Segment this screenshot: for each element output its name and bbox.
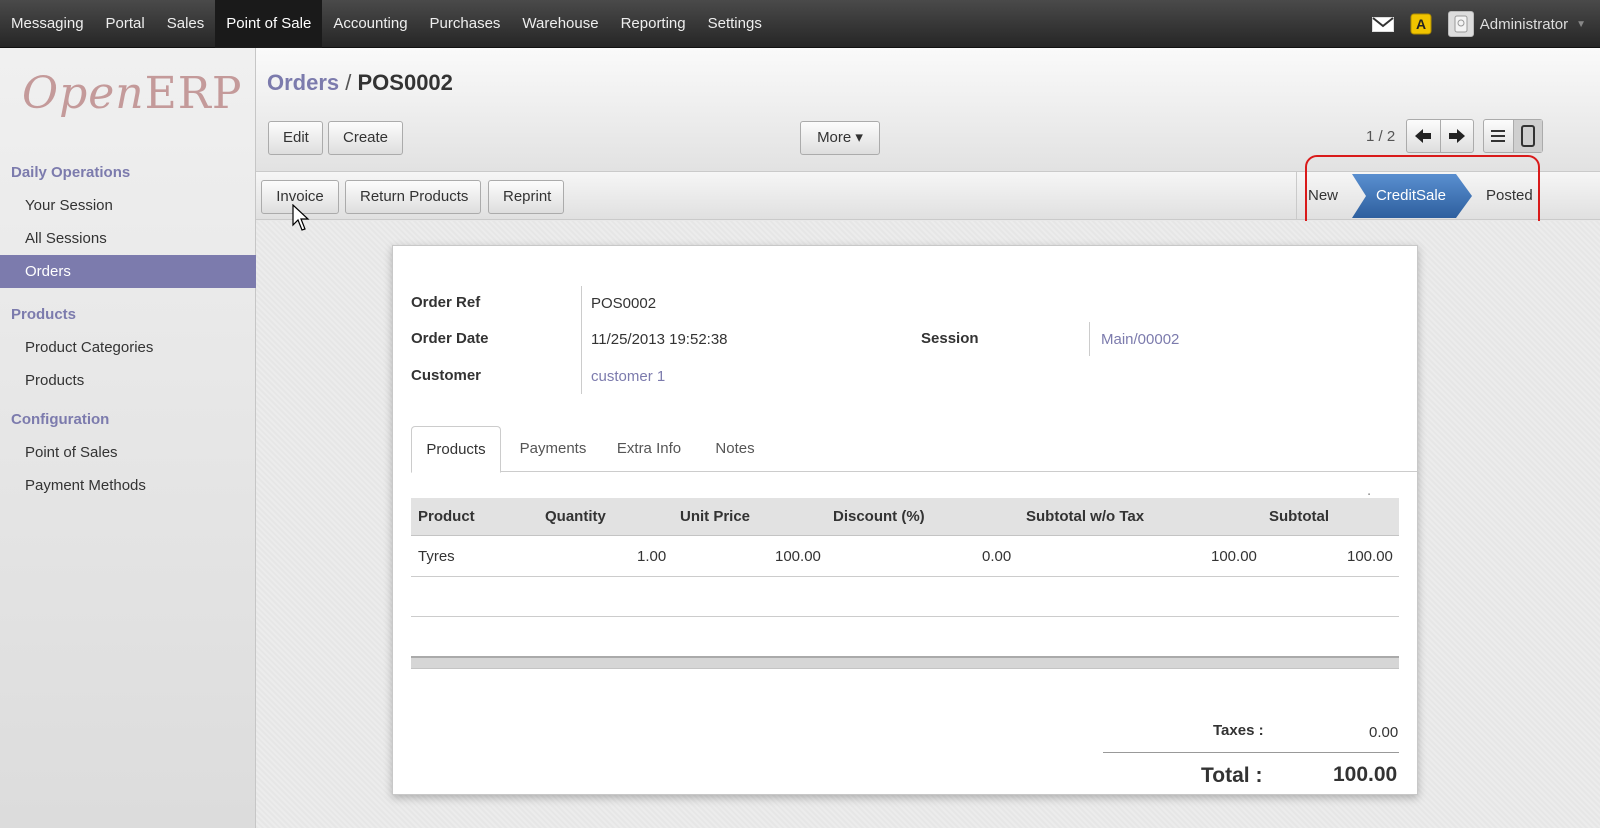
top-navigation-bar: Messaging Portal Sales Point of Sale Acc…	[0, 0, 1600, 48]
sidebar-section-products: Products Product Categories Products	[0, 299, 256, 397]
session-label: Session	[921, 330, 979, 347]
cell-subtotal-wo-tax: 100.00	[1211, 548, 1257, 565]
create-button[interactable]: Create	[328, 121, 403, 155]
svg-text:A: A	[1416, 16, 1426, 32]
total-label: Total :	[1201, 764, 1263, 787]
customer-link[interactable]: customer 1	[591, 368, 665, 385]
order-date-label: Order Date	[411, 330, 489, 347]
arrow-right-icon	[1448, 129, 1465, 143]
tab-products[interactable]: Products	[411, 426, 501, 473]
reprint-button[interactable]: Reprint	[488, 180, 564, 214]
logo[interactable]: OpenERP	[22, 68, 241, 138]
column-header-unit-price[interactable]: Unit Price	[680, 498, 750, 536]
column-header-discount[interactable]: Discount (%)	[833, 498, 925, 536]
session-link[interactable]: Main/00002	[1101, 331, 1179, 348]
sidebar-item-product-categories[interactable]: Product Categories	[0, 331, 256, 364]
column-header-product[interactable]: Product	[418, 498, 475, 536]
view-header: Orders / POS0002	[256, 48, 1600, 172]
top-menu: Messaging Portal Sales Point of Sale Acc…	[0, 0, 773, 48]
return-products-button[interactable]: Return Products	[345, 180, 481, 214]
total-value: 100.00	[1333, 763, 1398, 786]
breadcrumb-separator: /	[339, 70, 358, 95]
form-icon	[1520, 125, 1535, 147]
sidebar-section-daily-operations: Daily Operations Your Session All Sessio…	[0, 157, 256, 288]
menu-settings[interactable]: Settings	[697, 0, 773, 48]
breadcrumb-orders-link[interactable]: Orders	[267, 70, 339, 95]
menu-reporting[interactable]: Reporting	[610, 0, 697, 48]
sidebar: OpenERP Daily Operations Your Session Al…	[0, 48, 256, 828]
mouse-pointer-icon	[292, 204, 310, 231]
cell-unit-price: 100.00	[775, 548, 821, 565]
breadcrumb: Orders / POS0002	[267, 70, 453, 96]
logo-text-open: Open	[22, 68, 145, 119]
order-date-value: 11/25/2013 19:52:38	[591, 331, 728, 348]
sidebar-heading-daily-operations: Daily Operations	[11, 164, 131, 181]
arrow-left-icon	[1415, 129, 1432, 143]
cell-quantity: 1.00	[637, 548, 667, 565]
column-header-subtotal[interactable]: Subtotal	[1269, 498, 1329, 536]
sidebar-heading-products: Products	[11, 306, 77, 323]
next-record-button[interactable]	[1439, 120, 1474, 152]
user-avatar-icon	[1454, 15, 1468, 33]
sidebar-item-point-of-sales[interactable]: Point of Sales	[0, 436, 256, 469]
tab-payments[interactable]: Payments	[511, 426, 595, 472]
list-icon	[1491, 130, 1506, 142]
order-lines-header: Product Quantity Unit Price Discount (%)…	[411, 498, 1399, 536]
taxes-value: 0.00	[1369, 724, 1399, 741]
column-header-quantity[interactable]: Quantity	[545, 498, 606, 536]
avatar[interactable]	[1447, 11, 1474, 37]
notebook-tabs: Products Payments Extra Info Notes	[411, 426, 1417, 473]
column-header-subtotal-wo-tax[interactable]: Subtotal w/o Tax	[1026, 498, 1144, 536]
pager	[1406, 119, 1474, 153]
totals-divider	[1103, 752, 1399, 753]
order-ref-label: Order Ref	[411, 294, 481, 311]
order-ref-value: POS0002	[591, 295, 657, 312]
menu-messaging[interactable]: Messaging	[0, 0, 95, 48]
alert-icon[interactable]: A	[1410, 13, 1432, 35]
cell-discount: 0.00	[982, 548, 1012, 565]
row-divider	[411, 576, 1399, 577]
table-dot: .	[1367, 482, 1372, 499]
taxes-label: Taxes :	[1213, 722, 1264, 739]
row-divider	[411, 616, 1399, 617]
more-button[interactable]: More ▾	[800, 121, 880, 155]
menu-warehouse[interactable]: Warehouse	[511, 0, 609, 48]
pager-counter: 1 / 2	[1366, 128, 1396, 145]
menu-portal[interactable]: Portal	[95, 0, 156, 48]
sidebar-item-payment-methods[interactable]: Payment Methods	[0, 469, 256, 502]
sidebar-item-orders[interactable]: Orders	[0, 255, 256, 288]
chevron-down-icon[interactable]: ▼	[1576, 19, 1586, 30]
menu-purchases[interactable]: Purchases	[419, 0, 512, 48]
sidebar-section-configuration: Configuration Point of Sales Payment Met…	[0, 404, 256, 502]
edit-button[interactable]: Edit	[268, 121, 323, 155]
mail-icon[interactable]	[1371, 16, 1394, 32]
field-separator	[581, 286, 582, 394]
previous-record-button[interactable]	[1407, 120, 1440, 152]
sidebar-item-all-sessions[interactable]: All Sessions	[0, 222, 256, 255]
form-view-button[interactable]	[1512, 120, 1542, 152]
view-switcher	[1483, 119, 1543, 153]
order-form-sheet: Order Ref Order Date Customer POS0002 11…	[392, 245, 1418, 795]
tab-notes[interactable]: Notes	[705, 426, 765, 472]
cell-subtotal: 100.00	[1347, 548, 1393, 565]
list-view-button[interactable]	[1484, 120, 1513, 152]
menu-sales[interactable]: Sales	[156, 0, 216, 48]
sidebar-item-your-session[interactable]: Your Session	[0, 189, 256, 222]
tab-extra-info[interactable]: Extra Info	[607, 426, 691, 472]
user-area: A Administrator ▼	[1371, 0, 1600, 48]
breadcrumb-current: POS0002	[357, 70, 453, 95]
field-separator	[1089, 322, 1090, 356]
sidebar-heading-configuration: Configuration	[11, 411, 110, 428]
logo-text-erp: ERP	[144, 68, 243, 119]
menu-accounting[interactable]: Accounting	[322, 0, 418, 48]
order-lines-footer	[411, 656, 1399, 669]
user-name[interactable]: Administrator	[1480, 16, 1568, 33]
cell-product: Tyres	[418, 548, 455, 565]
sidebar-item-products[interactable]: Products	[0, 364, 256, 397]
customer-label: Customer	[411, 367, 482, 384]
menu-point-of-sale[interactable]: Point of Sale	[215, 0, 323, 48]
